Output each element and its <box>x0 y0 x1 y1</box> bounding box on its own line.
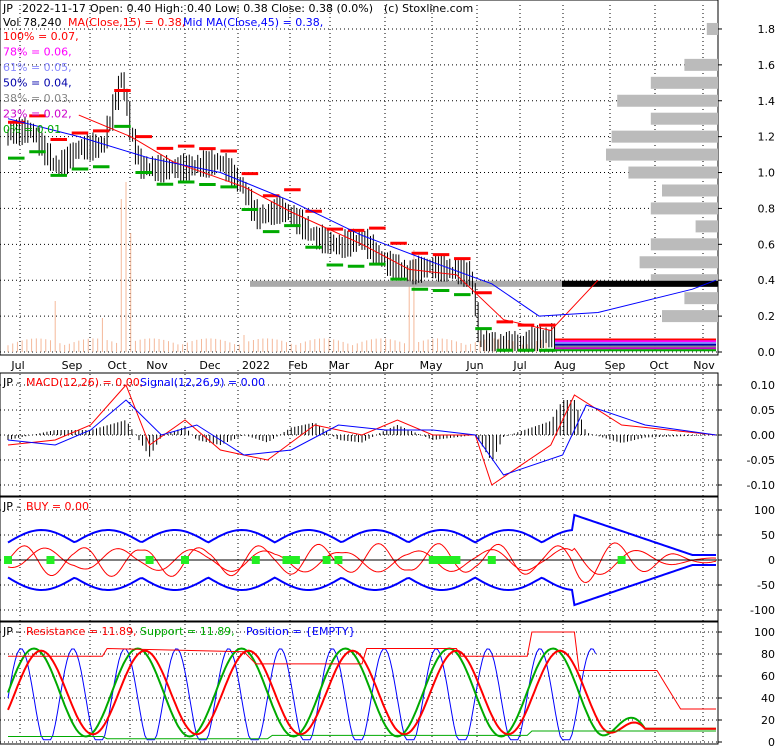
y-tick-label: 0.8 <box>758 202 776 215</box>
x-tick-label: Nov <box>693 359 715 372</box>
volume-profile-bar <box>662 310 718 323</box>
support-line <box>562 280 718 287</box>
x-tick-label: Nov <box>146 359 168 372</box>
volume-profile-bar <box>706 22 718 35</box>
x-tick-label: Jul <box>512 359 526 372</box>
fib-level-label: 50% = 0.04, <box>3 77 72 90</box>
volume-profile-bar <box>650 76 718 89</box>
header-source: (c) Stoxline.com <box>384 2 473 15</box>
y-axis-ticks: 0.0 0.2 0.4 0.6 0.8 1.0 1.2 1.4 1.6 1.8 0.10 0.05 0.… <box>718 23 775 746</box>
y-tick-label: 0.05 <box>751 404 776 417</box>
buy-marker <box>433 556 442 564</box>
y-tick-label: -100 <box>750 604 775 617</box>
x-tick-label: Oct <box>107 359 127 372</box>
y-tick-label: 0 <box>768 554 775 567</box>
y-tick-label: 1.4 <box>758 95 776 108</box>
y-tick-label: -50 <box>757 579 775 592</box>
volume-profile-bar <box>611 130 718 143</box>
volume-profile-bar <box>684 58 718 71</box>
support-label: Support = 11.89, <box>140 625 235 638</box>
y-tick-label: 80 <box>761 648 775 661</box>
y-tick-label: 0.6 <box>758 238 776 251</box>
rsp-prefix: JP - <box>2 625 20 638</box>
volume-profile-bar <box>695 220 718 233</box>
buy-marker <box>4 556 12 564</box>
header-ticker: JP <box>2 2 13 15</box>
volume-profile-bar <box>650 202 718 215</box>
buy-label: BUY = 0.00 <box>26 500 89 513</box>
x-tick-label: Jul <box>10 359 24 372</box>
fib-level-label: 0% = 0.01 <box>3 123 61 136</box>
buy-marker <box>291 556 300 564</box>
buy-marker <box>452 556 461 564</box>
x-tick-label: Dec <box>199 359 220 372</box>
x-tick-label: 2022 <box>242 359 270 372</box>
buy-marker <box>322 556 331 564</box>
position-label: Position = {EMPTY} <box>246 625 356 638</box>
x-tick-label: Mar <box>329 359 350 372</box>
x-tick-label: Apr <box>374 359 394 372</box>
x-tick-label: Jun <box>465 359 483 372</box>
fib-level-label: 78% = 0.06, <box>3 46 72 59</box>
fib-level-label: 61% = 0.05, <box>3 61 72 74</box>
volume-label: Vol 78,240 <box>3 16 61 29</box>
y-tick-label: 0.0 <box>758 346 776 359</box>
header-quote: Open: 0.40 High: 0.40 Low: 0.38 Close: 0… <box>90 2 373 15</box>
buy-marker <box>46 556 55 564</box>
buy-prefix: JP - <box>2 500 20 513</box>
header-date: 2022-11-17 <box>22 2 86 15</box>
y-tick-label: 100 <box>754 626 775 639</box>
fib-labels: 100% = 0.07, 78% = 0.06, 61% = 0.05, 50% = … <box>3 30 79 136</box>
y-tick-label: 1.0 <box>758 167 776 180</box>
x-tick-label: May <box>420 359 443 372</box>
y-tick-label: 0 <box>768 736 775 746</box>
y-tick-label: 0.10 <box>751 379 776 392</box>
fib-level-label: 38% = 0.03, <box>3 92 72 105</box>
volume-profile-bar <box>639 256 718 269</box>
x-tick-label: Sep <box>605 359 626 372</box>
fib-level-label: 100% = 0.07, <box>3 30 79 43</box>
y-tick-label: 1.6 <box>758 59 776 72</box>
signal-label: Signal(12,26,9) = 0.00 <box>140 376 265 389</box>
volume-profile-bar <box>650 112 718 125</box>
y-tick-label: 1.8 <box>758 23 776 36</box>
ma45-label: Mid MA(Close,45) = 0.38, <box>183 16 323 29</box>
fib-level-label: 23% = 0.02, <box>3 108 72 121</box>
y-tick-label: 50 <box>761 529 775 542</box>
macd-prefix: JP - <box>2 376 20 389</box>
x-tick-label: Feb <box>288 359 307 372</box>
buy-marker <box>181 556 189 564</box>
volume-profile-bar <box>684 292 718 305</box>
y-tick-label: 1.2 <box>758 131 776 144</box>
buy-marker <box>440 556 449 564</box>
ma15-label: MA(Close,15) = 0.38, <box>68 16 185 29</box>
x-tick-label: Aug <box>554 359 575 372</box>
y-tick-label: 0.2 <box>758 310 776 323</box>
y-tick-label: 20 <box>761 714 775 727</box>
buy-marker <box>251 556 260 564</box>
volume-profile-bar <box>606 148 718 161</box>
y-tick-label: 0.00 <box>751 429 776 442</box>
buy-marker <box>617 556 626 564</box>
volume-profile-bar <box>662 184 718 197</box>
buy-marker <box>487 556 496 564</box>
y-tick-label: -0.10 <box>747 479 775 492</box>
x-tick-label: Sep <box>62 359 83 372</box>
macd-label: MACD(12,26) = 0.00, <box>26 376 143 389</box>
buy-marker <box>334 556 343 564</box>
y-tick-label: 40 <box>761 692 775 705</box>
y-tick-label: 0.4 <box>758 274 776 287</box>
volume-profile-bar <box>617 94 718 107</box>
y-tick-label: 100 <box>754 504 775 517</box>
y-tick-label: -0.05 <box>747 454 775 467</box>
y-tick-label: 60 <box>761 670 775 683</box>
volume-profile-bar <box>628 166 718 179</box>
volume-profile-bar <box>650 238 718 251</box>
resistance-label: Resistance = 11.89, <box>26 625 136 638</box>
x-axis-labels: Jul Sep Oct Nov Dec 2022 Feb Mar Apr May Jun Jul Aug… <box>10 359 715 372</box>
buy-marker <box>145 556 154 564</box>
stock-chart: 0.0 0.2 0.4 0.6 0.8 1.0 1.2 1.4 1.6 1.8 0.10 0.05 0.… <box>0 0 775 746</box>
x-tick-label: Oct <box>649 359 669 372</box>
